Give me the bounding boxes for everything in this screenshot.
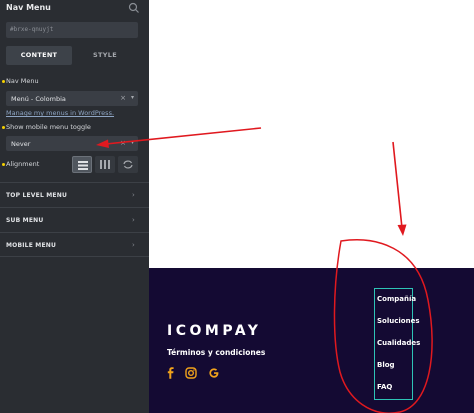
chevron-down-icon: ▾	[130, 94, 134, 101]
terms-link[interactable]: Términos y condiciones	[167, 348, 265, 357]
google-icon[interactable]	[208, 367, 220, 379]
arrow-to-footer-menu	[392, 141, 407, 236]
tab-style[interactable]: STYLE	[72, 46, 138, 65]
menu-item-compania[interactable]: Compañía	[377, 295, 416, 303]
mobile-toggle-label: Show mobile menu toggle	[6, 123, 91, 131]
align-horizontal-button[interactable]	[72, 156, 92, 173]
section-label: TOP LEVEL MENU	[6, 192, 68, 199]
section-mobile-menu[interactable]: MOBILE MENU ›	[0, 232, 149, 257]
menu-item-faq[interactable]: FAQ	[377, 383, 392, 391]
menu-item-cualidades[interactable]: Cualidades	[377, 339, 420, 347]
clear-icon[interactable]: ×	[120, 139, 126, 147]
chevron-down-icon: ▾	[130, 139, 134, 146]
section-label: SUB MENU	[6, 217, 44, 224]
mobile-toggle-select[interactable]: Never × ▾	[6, 136, 138, 151]
align-vertical-button[interactable]	[95, 156, 115, 173]
search-icon[interactable]	[128, 2, 140, 14]
refresh-icon	[123, 160, 133, 169]
facebook-icon[interactable]	[165, 367, 177, 379]
panel-tabs: CONTENT STYLE	[6, 46, 138, 65]
setting-indicator	[2, 126, 5, 129]
footer-nav-menu: Compañía Soluciones Cualidades Blog FAQ	[374, 288, 420, 400]
footer-logo[interactable]: ICOMPAY	[167, 323, 261, 339]
section-sub-menu[interactable]: SUB MENU ›	[0, 207, 149, 232]
nav-menu-value: Menú - Colombia	[11, 95, 66, 103]
tab-content[interactable]: CONTENT	[6, 46, 72, 65]
reset-alignment-button[interactable]	[118, 156, 138, 173]
alignment-label: Alignment	[6, 160, 40, 168]
element-id-field[interactable]: #brxe-qnuyjt	[6, 22, 138, 38]
editor-panel: Nav Menu #brxe-qnuyjt CONTENT STYLE Nav …	[0, 0, 149, 413]
rows-icon	[78, 161, 88, 170]
menu-item-blog[interactable]: Blog	[377, 361, 395, 369]
columns-icon	[100, 160, 110, 169]
chevron-right-icon: ›	[132, 191, 135, 199]
section-top-level-menu[interactable]: TOP LEVEL MENU ›	[0, 182, 149, 207]
panel-title: Nav Menu	[6, 3, 51, 12]
instagram-icon[interactable]	[185, 367, 197, 379]
setting-indicator	[2, 163, 5, 166]
chevron-right-icon: ›	[132, 216, 135, 224]
nav-menu-label: Nav Menu	[6, 77, 39, 85]
setting-indicator	[2, 80, 5, 83]
clear-icon[interactable]: ×	[120, 94, 126, 102]
section-label: MOBILE MENU	[6, 242, 57, 249]
manage-menus-link[interactable]: Manage my menus in WordPress.	[6, 109, 114, 117]
menu-item-soluciones[interactable]: Soluciones	[377, 317, 420, 325]
mobile-toggle-value: Never	[11, 140, 31, 148]
chevron-right-icon: ›	[132, 241, 135, 249]
site-footer: ICOMPAY Términos y condiciones Compañía …	[149, 268, 474, 413]
nav-menu-select[interactable]: Menú - Colombia × ▾	[6, 91, 138, 106]
